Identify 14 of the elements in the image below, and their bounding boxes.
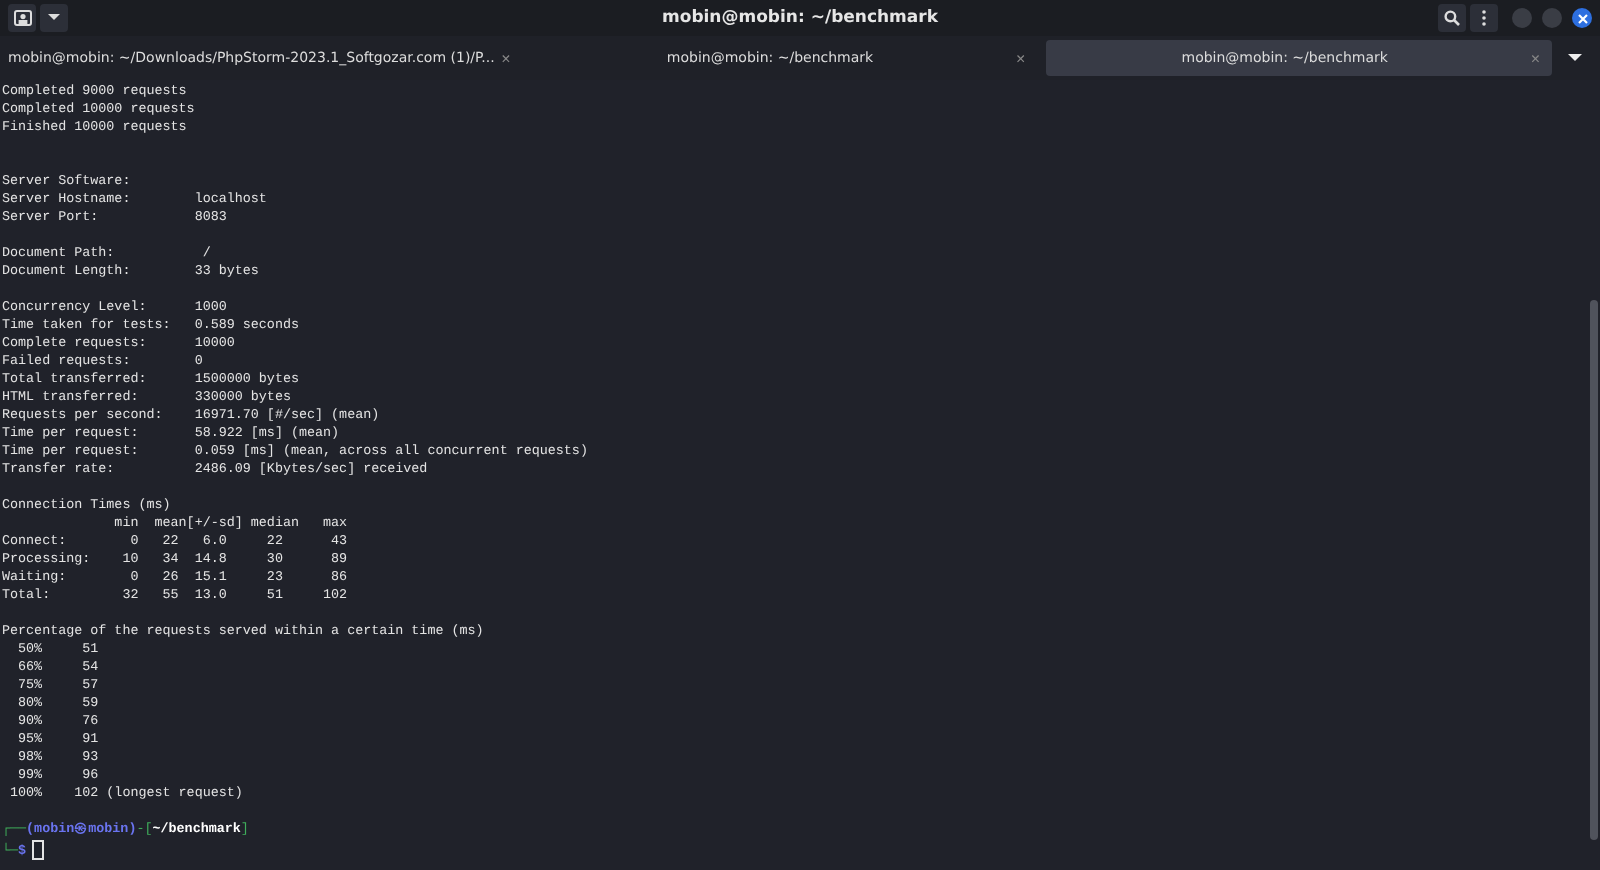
search-button[interactable] [1438, 4, 1466, 32]
close-button[interactable] [1572, 8, 1592, 28]
menu-button[interactable] [1470, 4, 1498, 32]
window-title: mobin@mobin: ~/benchmark [662, 8, 938, 28]
tab-close-button[interactable]: × [501, 49, 511, 67]
scrollbar[interactable] [1590, 300, 1598, 840]
text-cursor [32, 840, 45, 860]
dropdown-button[interactable] [40, 4, 68, 32]
caret-icon [48, 14, 60, 22]
search-icon [1444, 10, 1460, 26]
caret-icon [1567, 54, 1581, 62]
new-tab-button[interactable] [8, 4, 36, 32]
tab-close-button[interactable]: × [1016, 49, 1026, 67]
close-icon [1577, 13, 1587, 23]
